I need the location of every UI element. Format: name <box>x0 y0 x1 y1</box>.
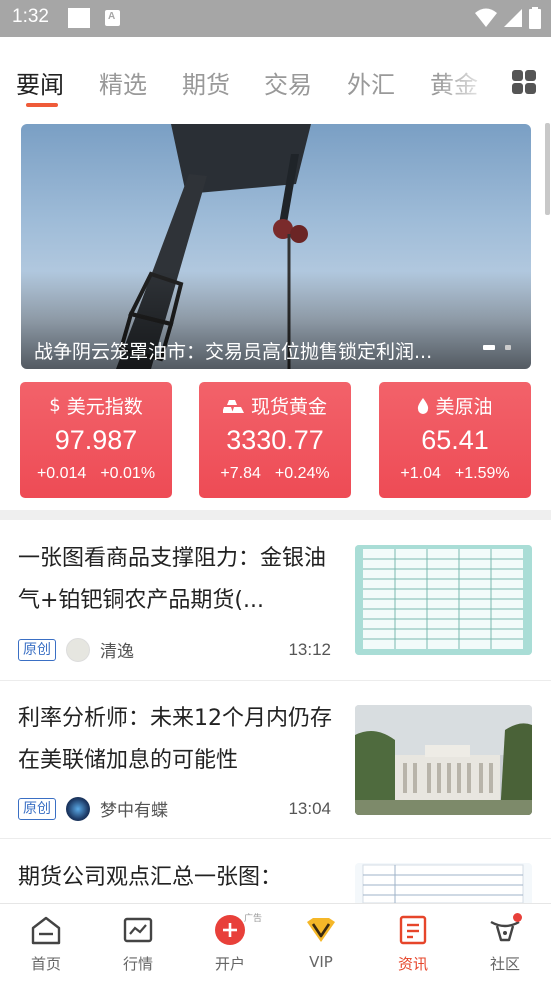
quote-change: +0.014 <box>36 465 87 482</box>
oil-pumpjack-image <box>21 124 531 369</box>
document-image-icon <box>362 864 524 903</box>
quote-card-spot-gold[interactable]: 现货黄金 3330.77 +7.84 +0.24% <box>199 382 351 498</box>
news-title: 利率分析师：未来12个月内仍存在美联储加息的可能性 <box>18 706 332 773</box>
quote-name: 美原油 <box>435 396 493 418</box>
vip-icon <box>307 918 335 942</box>
nav-label: 行情 <box>122 955 153 973</box>
nav-label: 资讯 <box>397 955 428 973</box>
quote-percent: +0.01% <box>100 465 156 482</box>
nav-community[interactable]: 社区 <box>459 904 551 981</box>
tab-yaowen[interactable]: 要闻 <box>16 65 64 100</box>
quote-price: 97.987 <box>54 425 138 455</box>
tabs-fade <box>436 57 496 107</box>
quote-name-row: 美原油 <box>379 392 531 419</box>
scrollbar[interactable] <box>545 123 550 215</box>
quote-card-crude-oil[interactable]: 美原油 65.41 +1.04 +1.59% <box>379 382 531 498</box>
tab-waihui[interactable]: 外汇 <box>347 65 395 100</box>
nav-label: 首页 <box>30 955 61 973</box>
quote-change-row: +7.84 +0.24% <box>199 465 351 483</box>
tab-jiaoyi[interactable]: 交易 <box>264 65 312 100</box>
news-time: 13:04 <box>288 799 331 818</box>
quote-change-row: +0.014 +0.01% <box>20 465 172 483</box>
section-divider <box>0 510 551 520</box>
home-icon <box>31 916 61 945</box>
avatar <box>66 796 90 821</box>
news-item[interactable]: 利率分析师：未来12个月内仍存在美联储加息的可能性 原创 梦中有蝶 13:04 <box>0 681 551 839</box>
gold-bars-icon <box>222 399 244 413</box>
nav-news[interactable]: 资讯 <box>367 904 459 981</box>
news-title: 期货公司观点汇总一张图： <box>18 865 283 890</box>
quote-percent: +0.24% <box>274 465 330 482</box>
original-badge: 原创 <box>18 797 56 820</box>
quote-name: 现货黄金 <box>250 396 327 418</box>
news-meta: 原创 梦中有蝶 <box>18 796 168 821</box>
add-circle-icon <box>215 915 245 945</box>
signal-icon <box>504 9 522 27</box>
news-icon <box>399 915 427 945</box>
ad-tag: 广告 <box>244 914 263 924</box>
headline-banner[interactable]: 战争阴云笼罩油市：交易员高位抛售锁定利润... <box>21 124 531 369</box>
news-time: 13:12 <box>288 640 331 659</box>
nav-label: 开户 <box>214 955 245 973</box>
quote-percent: +1.59% <box>454 465 510 482</box>
quote-name-row: $ 美元指数 <box>20 392 172 419</box>
bottom-navigation: 首页 行情 广告 开户 VIP 资讯 社区 <box>0 903 551 981</box>
battery-icon <box>529 7 541 29</box>
news-thumbnail <box>355 705 532 815</box>
nav-home[interactable]: 首页 <box>0 904 92 981</box>
status-icons <box>475 7 541 29</box>
table-image-icon <box>355 545 532 655</box>
federal-reserve-building-image <box>355 705 532 815</box>
category-grid-icon[interactable] <box>511 69 537 95</box>
active-tab-indicator <box>26 103 58 107</box>
news-item[interactable]: 期货公司观点汇总一张图： <box>0 839 551 903</box>
tab-jingxuan[interactable]: 精选 <box>99 65 147 100</box>
banner-title: 战争阴云笼罩油市：交易员高位抛售锁定利润... <box>34 341 433 363</box>
news-thumbnail <box>355 863 532 903</box>
carousel-dot-active <box>483 345 495 350</box>
keyboard-icon <box>105 10 120 26</box>
category-tabs: 要闻 精选 期货 交易 外汇 黄金 <box>0 37 551 123</box>
quote-change-row: +1.04 +1.59% <box>379 465 531 483</box>
nav-vip[interactable]: VIP <box>275 904 367 981</box>
nav-open-account[interactable]: 广告 开户 <box>184 904 276 981</box>
carousel-dot <box>505 345 511 350</box>
notification-icon <box>68 8 90 28</box>
news-thumbnail <box>355 545 532 655</box>
nav-label: 社区 <box>489 955 520 973</box>
original-badge: 原创 <box>18 638 56 661</box>
wifi-icon <box>475 8 497 27</box>
notification-dot <box>513 913 522 922</box>
news-item[interactable]: 一张图看商品支撑阻力：金银油气+铂钯铜农产品期货(... 原创 清逸 13:12 <box>0 520 551 681</box>
tab-qihuo[interactable]: 期货 <box>182 65 230 100</box>
status-time: 1:32 <box>12 6 49 27</box>
dollar-icon: $ <box>49 395 61 416</box>
oil-drop-icon <box>418 397 429 414</box>
author-name: 梦中有蝶 <box>100 801 168 821</box>
quote-name-row: 现货黄金 <box>199 392 351 419</box>
nav-market[interactable]: 行情 <box>92 904 184 981</box>
quote-change: +7.84 <box>220 465 261 482</box>
nav-label: VIP <box>309 953 333 971</box>
quote-name: 美元指数 <box>66 396 143 418</box>
author-name: 清逸 <box>100 642 134 662</box>
quote-change: +1.04 <box>400 465 441 482</box>
quote-price: 3330.77 <box>226 425 324 455</box>
avatar <box>66 637 90 662</box>
news-meta: 原创 清逸 <box>18 637 134 662</box>
quote-card-usd-index[interactable]: $ 美元指数 97.987 +0.014 +0.01% <box>20 382 172 498</box>
status-bar: 1:32 <box>0 0 551 37</box>
quote-price: 65.41 <box>421 425 489 455</box>
news-title: 一张图看商品支撑阻力：金银油气+铂钯铜农产品期货(... <box>18 546 327 613</box>
chart-icon <box>123 917 153 943</box>
